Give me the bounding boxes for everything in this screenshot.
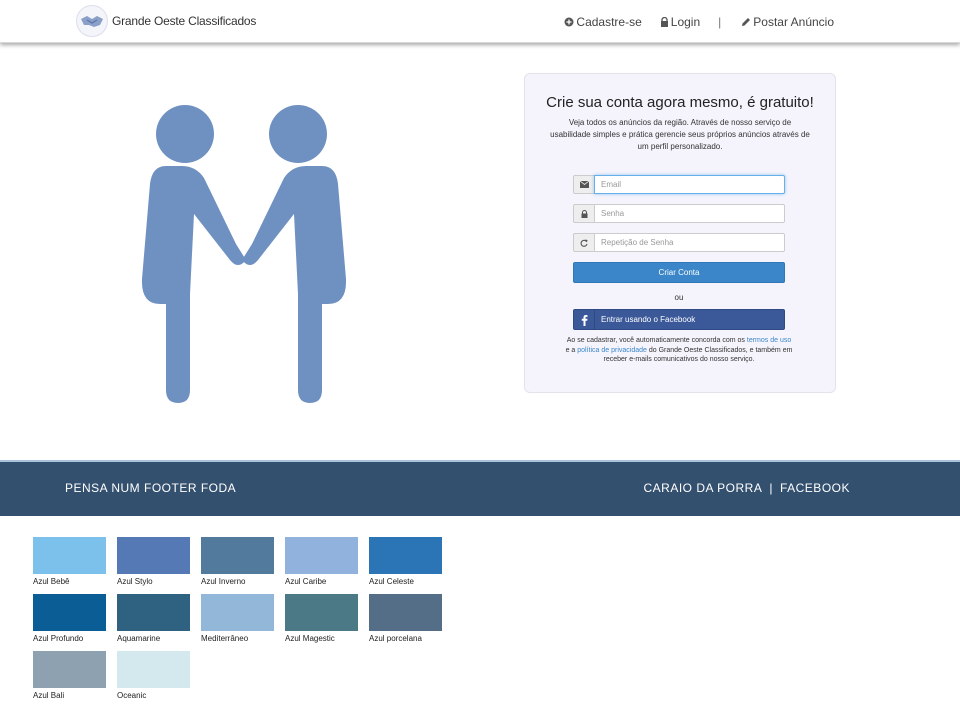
swatch: Azul Profundo [33, 594, 106, 643]
facebook-icon [574, 310, 595, 329]
swatch-name: Azul Magestic [285, 634, 335, 643]
swatch: Azul Celeste [369, 537, 442, 586]
signup-link[interactable]: Cadastre-se [564, 15, 642, 29]
swatch-name: Azul Bebê [33, 577, 70, 586]
handshake-illustration [141, 105, 347, 403]
terms-middle: e a [565, 346, 576, 354]
swatch: Mediterrâneo [201, 594, 274, 643]
privacy-policy-link[interactable]: política de privacidade [577, 347, 647, 354]
swatch-color [201, 537, 274, 574]
nav-separator: | [718, 15, 722, 29]
footer-left-text: PENSA NUM FOOTER FODA [65, 481, 237, 495]
swatch-color [369, 594, 442, 631]
swatch-color [369, 537, 442, 574]
swatch-color [117, 537, 190, 574]
terms-of-use-link[interactable]: termos de uso [747, 337, 791, 344]
or-divider: ou [674, 293, 684, 302]
post-ad-link-label: Postar Anúncio [753, 15, 834, 29]
footer-separator: | [769, 481, 773, 495]
swatch-name: Azul porcelana [369, 634, 422, 643]
swatch-name: Azul Profundo [33, 634, 84, 643]
swatch-name: Azul Stylo [117, 577, 153, 586]
password-input-group: Senha [573, 204, 785, 223]
handshake-logo-icon [76, 5, 108, 37]
lock-icon [660, 17, 668, 27]
swatch-name: Azul Bali [33, 691, 65, 700]
swatch-name: Azul Inverno [201, 577, 246, 586]
password-field[interactable]: Senha [594, 204, 785, 223]
email-input-group: Email [573, 175, 785, 194]
footer-right: CARAIO DA PORRA | FACEBOOK [643, 481, 850, 495]
swatch-color [285, 594, 358, 631]
email-field[interactable]: Email [594, 175, 785, 194]
swatch-name: Azul Celeste [369, 577, 414, 586]
signup-description: Veja todos os anúncios da região. Atravé… [550, 118, 810, 151]
password-repeat-field[interactable]: Repetição de Senha [594, 233, 785, 252]
navbar: Grande Oeste Classificados Cadastre-se L… [0, 0, 960, 43]
swatch: Oceanic [117, 651, 190, 700]
footer: PENSA NUM FOOTER FODA CARAIO DA PORRA | … [0, 460, 960, 516]
swatch: Azul Inverno [201, 537, 274, 586]
swatch-color [285, 537, 358, 574]
footer-facebook-link[interactable]: FACEBOOK [780, 481, 850, 495]
lock-icon [573, 204, 594, 223]
post-ad-link[interactable]: Postar Anúncio [741, 15, 834, 29]
plus-circle-icon [564, 17, 574, 27]
login-link-label: Login [670, 15, 701, 29]
swatch-color [33, 594, 106, 631]
brand-name: Grande Oeste Classificados [112, 14, 257, 28]
swatch-name: Azul Caribe [285, 577, 327, 586]
swatch: Azul Magestic [285, 594, 358, 643]
swatch: Aquamarine [117, 594, 190, 643]
swatch: Azul Bebê [33, 537, 106, 586]
swatch: Azul porcelana [369, 594, 442, 643]
refresh-icon [573, 233, 594, 252]
create-account-button[interactable]: Criar Conta [573, 262, 785, 283]
terms-notice: Ao se cadastrar, você automaticamente co… [565, 336, 793, 365]
brand[interactable]: Grande Oeste Classificados [76, 4, 256, 38]
facebook-login-label: Entrar usando o Facebook [601, 315, 696, 324]
login-link[interactable]: Login [660, 15, 700, 29]
swatch-color [33, 537, 106, 574]
signup-title: Crie sua conta agora mesmo, é gratuito! [546, 94, 814, 111]
swatch-color [117, 651, 190, 688]
signup-form: Email Senha Repetição de Senha Criar Con… [573, 175, 785, 330]
swatch-name: Aquamarine [117, 634, 161, 643]
password-repeat-input-group: Repetição de Senha [573, 233, 785, 252]
swatch-name: Mediterrâneo [201, 634, 249, 643]
envelope-icon [573, 175, 594, 194]
swatch-name: Oceanic [117, 691, 147, 700]
pencil-icon [742, 18, 751, 26]
swatch-color [33, 651, 106, 688]
swatch: Azul Caribe [285, 537, 358, 586]
terms-prefix: Ao se cadastrar, você automaticamente co… [566, 337, 745, 344]
swatch: Azul Bali [33, 651, 106, 700]
signup-card: Crie sua conta agora mesmo, é gratuito! … [524, 73, 836, 393]
swatch-color [117, 594, 190, 631]
signup-link-label: Cadastre-se [576, 15, 642, 29]
footer-link-1[interactable]: CARAIO DA PORRA [643, 481, 762, 495]
swatch-color [201, 594, 274, 631]
swatch: Azul Stylo [117, 537, 190, 586]
facebook-login-button[interactable]: Entrar usando o Facebook [573, 309, 785, 330]
nav-links: Cadastre-se Login | Postar Anúncio [564, 15, 834, 29]
